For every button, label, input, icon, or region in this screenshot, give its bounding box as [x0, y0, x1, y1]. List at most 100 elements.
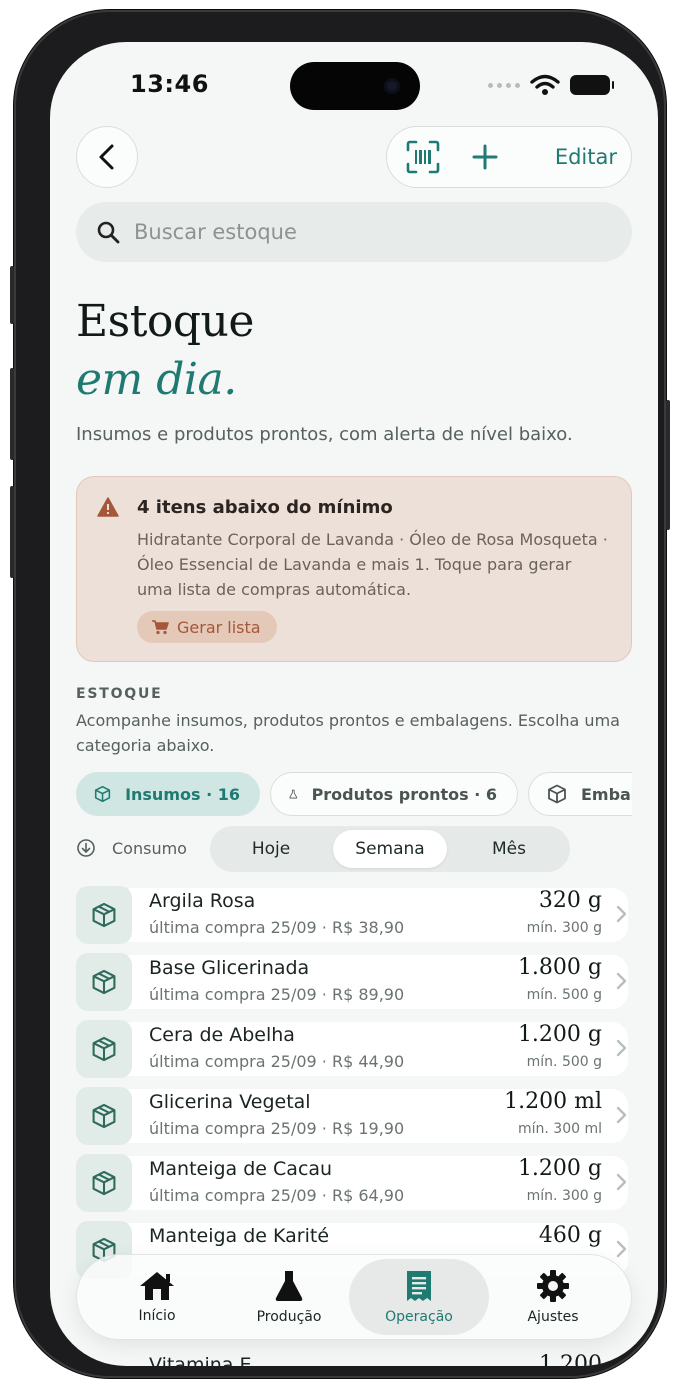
battery-icon — [570, 75, 614, 95]
gear-icon — [537, 1270, 569, 1302]
item-quantity: 1.200 ml — [504, 1089, 602, 1114]
barcode-scan-icon — [406, 140, 440, 174]
nav-actions: Editar — [386, 126, 632, 188]
section-label: ESTOQUE — [76, 686, 163, 702]
item-quantity: 1.200 — [539, 1352, 602, 1366]
chevron-right-icon — [616, 1240, 627, 1258]
item-icon-tile — [76, 1087, 132, 1145]
cart-icon — [152, 620, 169, 635]
chip-insumos[interactable]: Insumos · 16 — [76, 772, 260, 816]
consumption-label-group: Consumo — [76, 838, 187, 858]
box-icon — [548, 784, 566, 804]
item-meta: última compra 25/09 · R$ 89,90 — [149, 985, 405, 1004]
phone-frame: 13:46 Editar Buscar estoque Estoque em d… — [10, 10, 670, 1378]
tab-ajustes[interactable]: Ajustes — [483, 1259, 623, 1335]
item-name: Vitamina E — [149, 1354, 252, 1366]
period-option-semana[interactable]: Semana — [333, 830, 447, 868]
search-bar[interactable]: Buscar estoque — [76, 202, 632, 262]
list-item[interactable]: Cera de Abelha última compra 25/09 · R$ … — [76, 1020, 632, 1078]
chevron-right-icon — [616, 1173, 627, 1191]
low-stock-alert[interactable]: 4 itens abaixo do mínimo Hidratante Corp… — [76, 476, 632, 662]
chevron-right-icon — [616, 905, 627, 923]
item-meta: última compra 25/09 · R$ 38,90 — [149, 918, 405, 937]
chip-label: Insumos · 16 — [125, 784, 240, 804]
item-icon-tile — [76, 1154, 132, 1212]
item-icon-tile — [76, 1020, 132, 1078]
consumption-period: Consumo Hoje Semana Mês — [76, 826, 632, 872]
volume-down-button — [10, 486, 14, 578]
item-icon-tile — [76, 886, 132, 944]
dynamic-island — [290, 62, 420, 110]
period-option-mes[interactable]: Mês — [452, 830, 566, 868]
box-icon — [94, 785, 111, 803]
chip-label: Emba — [581, 784, 631, 804]
list-item[interactable]: Base Glicerinada última compra 25/09 · R… — [76, 953, 632, 1011]
chevron-left-icon — [99, 144, 114, 170]
section-description: Acompanhe insumos, produtos prontos e em… — [76, 711, 620, 755]
chevron-right-icon — [616, 1039, 627, 1057]
item-name: Manteiga de Cacau — [149, 1158, 333, 1180]
tab-label: Início — [138, 1308, 176, 1324]
item-quantity: 320 g — [538, 888, 602, 913]
action-button — [10, 266, 14, 324]
item-name: Base Glicerinada — [149, 957, 310, 979]
period-segmented-control: Hoje Semana Mês — [210, 826, 570, 872]
item-name: Manteiga de Karité — [149, 1225, 330, 1247]
warning-icon — [97, 497, 119, 517]
item-quantity: 1.800 g — [517, 955, 602, 980]
box-icon — [92, 1036, 116, 1062]
home-icon — [140, 1272, 174, 1300]
tab-bar: Início Produção Operação Ajustes — [76, 1254, 632, 1340]
page-description: Insumos e produtos prontos, com alerta d… — [76, 424, 573, 445]
item-quantity: 460 g — [538, 1223, 602, 1248]
tab-producao[interactable]: Produção — [219, 1259, 359, 1335]
signal-icon — [488, 82, 520, 88]
power-button — [666, 400, 670, 530]
chip-produtos-prontos[interactable]: Produtos prontos · 6 — [270, 772, 518, 816]
item-meta: última compra 25/09 · R$ 19,90 — [149, 1119, 405, 1138]
tab-inicio[interactable]: Início — [87, 1259, 227, 1335]
generate-list-button[interactable]: Gerar lista — [137, 611, 277, 643]
item-quantity: 1.200 g — [517, 1156, 602, 1181]
flask-icon — [275, 1271, 303, 1301]
item-meta: última compra 25/09 · R$ 64,90 — [149, 1186, 405, 1205]
item-minimum: mín. 300 ml — [518, 1121, 602, 1137]
generate-list-label: Gerar lista — [177, 617, 261, 637]
item-icon-tile — [76, 953, 132, 1011]
chevron-right-icon — [616, 1106, 627, 1124]
search-input[interactable]: Buscar estoque — [134, 220, 297, 244]
search-icon — [97, 221, 120, 244]
item-name: Cera de Abelha — [149, 1024, 295, 1046]
tab-operacao[interactable]: Operação — [349, 1259, 489, 1335]
screen: 13:46 Editar Buscar estoque Estoque em d… — [50, 42, 658, 1366]
item-minimum: mín. 500 g — [526, 987, 602, 1003]
list-item-partial[interactable]: Vitamina E 1.200 — [76, 1352, 632, 1366]
box-icon — [92, 969, 116, 995]
volume-up-button — [10, 368, 14, 460]
item-minimum: mín. 300 g — [526, 1188, 602, 1204]
barcode-scan-button[interactable] — [405, 139, 441, 175]
arrow-down-circle-icon — [77, 839, 95, 857]
box-icon — [92, 1170, 116, 1196]
box-icon — [92, 902, 116, 928]
receipt-icon — [407, 1271, 431, 1301]
chip-embalagens[interactable]: Emba — [528, 772, 632, 816]
edit-button[interactable]: Editar — [555, 145, 617, 169]
period-option-hoje[interactable]: Hoje — [214, 830, 328, 868]
tab-label: Produção — [256, 1309, 322, 1325]
box-icon — [92, 1103, 116, 1129]
add-item-button[interactable] — [467, 139, 503, 175]
item-minimum: mín. 500 g — [526, 1054, 602, 1070]
status-time: 13:46 — [130, 70, 209, 98]
plus-icon — [472, 144, 498, 170]
list-item[interactable]: Manteiga de Cacau última compra 25/09 · … — [76, 1154, 632, 1212]
alert-title: 4 itens abaixo do mínimo — [137, 497, 393, 518]
tab-label: Ajustes — [527, 1309, 579, 1325]
item-quantity: 1.200 g — [517, 1022, 602, 1047]
wifi-icon — [530, 74, 560, 95]
alert-body: Hidratante Corporal de Lavanda · Óleo de… — [137, 530, 608, 599]
back-button[interactable] — [76, 126, 138, 188]
list-item[interactable]: Argila Rosa última compra 25/09 · R$ 38,… — [76, 886, 632, 944]
page-title: Estoque — [76, 296, 254, 347]
list-item[interactable]: Glicerina Vegetal última compra 25/09 · … — [76, 1087, 632, 1145]
